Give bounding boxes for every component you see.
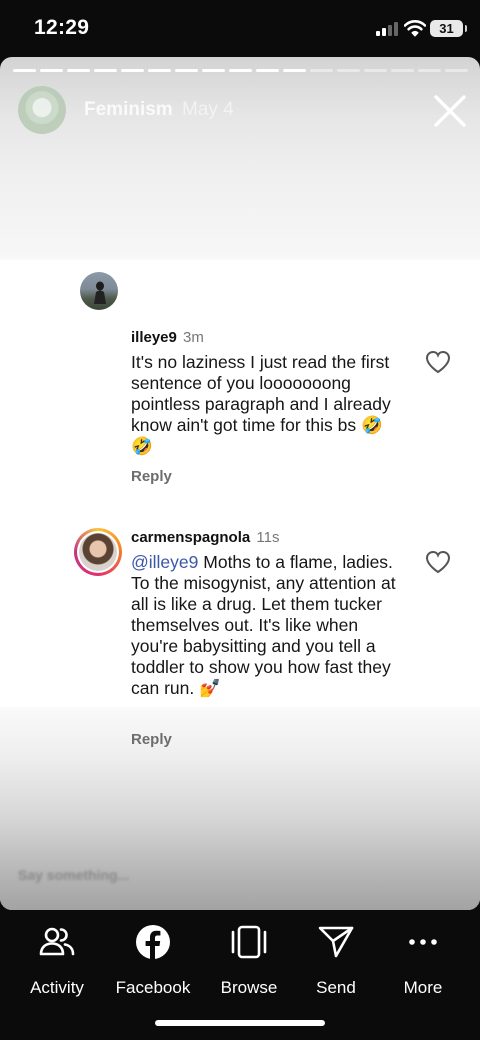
activity-label: Activity: [30, 978, 84, 997]
comment-mention[interactable]: @illeye9: [131, 552, 198, 572]
progress-segment: [229, 69, 252, 72]
progress-segment: [202, 69, 225, 72]
more-button[interactable]: More: [378, 922, 468, 998]
browse-label: Browse: [220, 978, 278, 997]
send-icon: [318, 926, 354, 958]
reply-button[interactable]: Reply: [131, 731, 172, 748]
progress-segment: [148, 69, 171, 72]
account-name[interactable]: Feminism: [84, 99, 173, 121]
progress-segment: [337, 69, 360, 72]
comment-meta: illeye9 3m: [131, 329, 204, 346]
more-icon: [409, 939, 437, 945]
cellular-signal-icon: [376, 22, 398, 36]
comment-meta: carmenspagnola 11s: [131, 529, 279, 546]
story-date: May 4: [182, 99, 234, 120]
home-indicator[interactable]: [155, 1020, 325, 1026]
commenter-photo: [79, 533, 117, 571]
progress-segment: [40, 69, 63, 72]
facebook-label: Facebook: [115, 978, 191, 997]
comment-text: It's no laziness I just read the first s…: [131, 352, 391, 456]
progress-segment: [364, 69, 387, 72]
wifi-icon: [404, 20, 426, 37]
commenter-avatar-story-ring[interactable]: [74, 528, 122, 576]
send-button[interactable]: Send: [291, 922, 381, 998]
facebook-icon: [136, 925, 170, 959]
comment-time: 3m: [183, 329, 204, 346]
comment-text-body: Moths to a flame, ladies. To the misogyn…: [131, 552, 396, 698]
progress-segment: [445, 69, 468, 72]
story-progress-bar: [13, 69, 468, 72]
browse-button[interactable]: Browse: [204, 922, 294, 998]
people-icon: [39, 927, 75, 956]
account-avatar[interactable]: [18, 86, 66, 134]
heart-icon[interactable]: [425, 550, 451, 574]
story-viewer[interactable]: Feminism May 4 illeye9 3m It's no lazine…: [0, 57, 480, 910]
send-label: Send: [316, 978, 356, 997]
progress-segment: [13, 69, 36, 72]
heart-icon[interactable]: [425, 350, 451, 374]
progress-segment: [256, 69, 279, 72]
person-silhouette-icon: [94, 281, 106, 304]
progress-segment: [175, 69, 198, 72]
facebook-button[interactable]: Facebook: [108, 922, 198, 998]
reply-button[interactable]: Reply: [131, 468, 172, 485]
close-icon[interactable]: [430, 91, 470, 131]
progress-segment: [310, 69, 333, 72]
comment-time: 11s: [256, 529, 280, 546]
progress-segment: [418, 69, 441, 72]
more-label: More: [403, 978, 443, 997]
battery-indicator: 31: [430, 20, 467, 37]
browse-icon: [231, 925, 267, 959]
progress-segment: [391, 69, 414, 72]
activity-button[interactable]: Activity: [12, 922, 102, 998]
progress-segment: [283, 69, 306, 72]
status-time: 12:29: [34, 16, 90, 39]
progress-segment: [121, 69, 144, 72]
comment-thread: illeye9 3m It's no laziness I just read …: [0, 260, 480, 748]
comment-username[interactable]: carmenspagnola: [131, 529, 250, 546]
progress-segment: [67, 69, 90, 72]
progress-segment: [94, 69, 117, 72]
commenter-avatar[interactable]: [80, 272, 118, 310]
comment-text: @illeye9 Moths to a flame, ladies. To th…: [131, 552, 396, 699]
status-bar: 12:29 31: [0, 0, 480, 58]
reply-placeholder[interactable]: Say something...: [18, 867, 129, 883]
comment-username[interactable]: illeye9: [131, 329, 177, 346]
